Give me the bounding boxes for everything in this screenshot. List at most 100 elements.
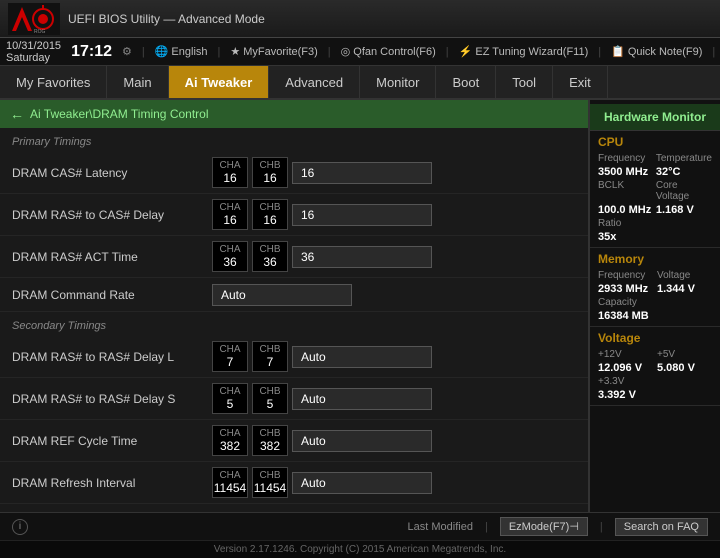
content-area: Primary Timings DRAM CAS# Latency CHA 16…: [0, 128, 588, 510]
table-row[interactable]: DRAM RAS# to CAS# Delay CHA 16 CHB 16 16: [0, 194, 588, 236]
mem-cap-value: 16384 MB: [598, 310, 653, 322]
nav-ai-tweaker[interactable]: Ai Tweaker: [169, 66, 270, 98]
table-row[interactable]: DRAM RAS# to RAS# Delay L CHA 7 CHB 7 Au…: [0, 336, 588, 378]
cha-box: CHA 382: [212, 425, 248, 456]
nav-my-favorites[interactable]: My Favorites: [0, 66, 107, 98]
nav-bar: My Favorites Main Ai Tweaker Advanced Mo…: [0, 66, 720, 100]
setting-label: DRAM Refresh Interval: [12, 476, 212, 490]
mem-freq-label: Frequency: [598, 270, 653, 281]
value-bar[interactable]: Auto: [212, 284, 352, 306]
table-row[interactable]: DRAM WRITE Recovery Time Auto: [0, 504, 588, 510]
search-faq-button[interactable]: Search on FAQ: [615, 518, 708, 536]
cpu-bclk-value: 100.0 MHz: [598, 204, 652, 216]
v5-label: +5V: [657, 349, 712, 360]
cha-box: CHA 16: [212, 199, 248, 230]
v33-value: 3.392 V: [598, 389, 653, 401]
voltage-section: Voltage +12V +5V 12.096 V 5.080 V +3.3V …: [590, 327, 720, 406]
table-row[interactable]: DRAM RAS# ACT Time CHA 36 CHB 36 36: [0, 236, 588, 278]
time-display: 17:12: [71, 43, 112, 61]
tuning-icon: ⚡: [459, 45, 473, 58]
ez-tuning-btn[interactable]: ⚡ EZ Tuning Wizard(F11): [459, 45, 589, 58]
nav-tool[interactable]: Tool: [496, 66, 553, 98]
my-favorite-btn[interactable]: ★ MyFavorite(F3): [230, 45, 317, 58]
cha-box: CHA 5: [212, 383, 248, 414]
setting-label: DRAM CAS# Latency: [12, 166, 212, 180]
table-row[interactable]: DRAM RAS# to RAS# Delay S CHA 5 CHB 5 Au…: [0, 378, 588, 420]
chb-box: CHB 11454: [252, 467, 288, 498]
table-row[interactable]: DRAM Command Rate Auto: [0, 278, 588, 312]
table-row[interactable]: DRAM CAS# Latency CHA 16 CHB 16 16: [0, 152, 588, 194]
cpu-temp-label: Temperature: [656, 153, 712, 164]
setting-label: DRAM RAS# ACT Time: [12, 250, 212, 264]
cpu-corevolt-value: 1.168 V: [656, 204, 712, 216]
mem-volt-value: 1.344 V: [657, 283, 712, 295]
nav-boot[interactable]: Boot: [436, 66, 496, 98]
cpu-ratio-value: 35x: [598, 231, 652, 243]
breadcrumb-path: Ai Tweaker\DRAM Timing Control: [30, 107, 209, 121]
setting-controls: CHA 11454 CHB 11454 Auto: [212, 467, 432, 498]
toolbar: 10/31/2015 Saturday 17:12 ⚙ | 🌐 English …: [0, 38, 720, 66]
chb-box: CHB 36: [252, 241, 288, 272]
value-bar[interactable]: 36: [292, 246, 432, 268]
value-bar[interactable]: 16: [292, 204, 432, 226]
memory-section: Memory Frequency Voltage 2933 MHz 1.344 …: [590, 248, 720, 327]
voltage-section-title: Voltage: [598, 331, 712, 345]
star-icon: ★: [230, 45, 240, 58]
ez-mode-button[interactable]: EzMode(F7)⊣: [500, 517, 588, 536]
date-display: 10/31/2015 Saturday: [6, 40, 61, 64]
hw-monitor-title: Hardware Monitor: [590, 104, 720, 131]
mem-freq-value: 2933 MHz: [598, 283, 653, 295]
setting-controls: CHA 36 CHB 36 36: [212, 241, 432, 272]
clock-icon: ⚙: [122, 45, 132, 58]
memory-grid: Frequency Voltage 2933 MHz 1.344 V Capac…: [598, 270, 712, 322]
value-bar[interactable]: 16: [292, 162, 432, 184]
main-content: ← Ai Tweaker\DRAM Timing Control Primary…: [0, 100, 720, 512]
info-button[interactable]: i: [12, 519, 28, 535]
nav-exit[interactable]: Exit: [553, 66, 608, 98]
value-bar[interactable]: Auto: [292, 346, 432, 368]
cpu-section-title: CPU: [598, 135, 712, 149]
language-selector[interactable]: 🌐 English: [155, 45, 208, 58]
secondary-timings-header: Secondary Timings: [0, 312, 588, 336]
cpu-freq-value: 3500 MHz: [598, 166, 652, 178]
cha-box: CHA 36: [212, 241, 248, 272]
breadcrumb: ← Ai Tweaker\DRAM Timing Control: [0, 100, 588, 128]
footer: i Last Modified | EzMode(F7)⊣ | Search o…: [0, 512, 720, 540]
setting-controls: Auto: [212, 510, 352, 511]
voltage-grid: +12V +5V 12.096 V 5.080 V +3.3V 3.392 V: [598, 349, 712, 401]
cha-box: CHA 11454: [212, 467, 248, 498]
chb-box: CHB 16: [252, 199, 288, 230]
title-text: UEFI BIOS Utility — Advanced Mode: [68, 12, 265, 26]
footer-right: Last Modified | EzMode(F7)⊣ | Search on …: [408, 517, 708, 536]
cpu-corevolt-label: Core Voltage: [656, 180, 712, 202]
table-row[interactable]: DRAM Refresh Interval CHA 11454 CHB 1145…: [0, 462, 588, 504]
v12-value: 12.096 V: [598, 362, 653, 374]
cpu-freq-label: Frequency: [598, 153, 652, 164]
rog-logo: ROG: [8, 3, 60, 35]
fan-icon: ◎: [341, 45, 351, 58]
back-button[interactable]: ←: [10, 106, 24, 122]
last-modified-label: Last Modified: [408, 521, 473, 533]
value-bar[interactable]: Auto: [212, 510, 352, 511]
primary-timings-header: Primary Timings: [0, 128, 588, 152]
v12-label: +12V: [598, 349, 653, 360]
value-bar[interactable]: Auto: [292, 430, 432, 452]
globe-icon: 🌐: [155, 45, 169, 58]
table-row[interactable]: DRAM REF Cycle Time CHA 382 CHB 382 Auto: [0, 420, 588, 462]
title-bar: ROG UEFI BIOS Utility — Advanced Mode: [0, 0, 720, 38]
quick-note-btn[interactable]: 📋 Quick Note(F9): [611, 45, 702, 58]
note-icon: 📋: [611, 45, 625, 58]
value-bar[interactable]: Auto: [292, 388, 432, 410]
nav-main[interactable]: Main: [107, 66, 168, 98]
setting-label: DRAM Command Rate: [12, 288, 212, 302]
cpu-section: CPU Frequency Temperature 3500 MHz 32°C …: [590, 131, 720, 248]
memory-section-title: Memory: [598, 252, 712, 266]
nav-advanced[interactable]: Advanced: [269, 66, 360, 98]
value-bar[interactable]: Auto: [292, 472, 432, 494]
cha-box: CHA 16: [212, 157, 248, 188]
setting-label: DRAM RAS# to CAS# Delay: [12, 208, 212, 222]
nav-monitor[interactable]: Monitor: [360, 66, 436, 98]
mem-cap-label: Capacity: [598, 297, 653, 308]
cpu-bclk-label: BCLK: [598, 180, 652, 202]
qfan-btn[interactable]: ◎ Qfan Control(F6): [341, 45, 436, 58]
